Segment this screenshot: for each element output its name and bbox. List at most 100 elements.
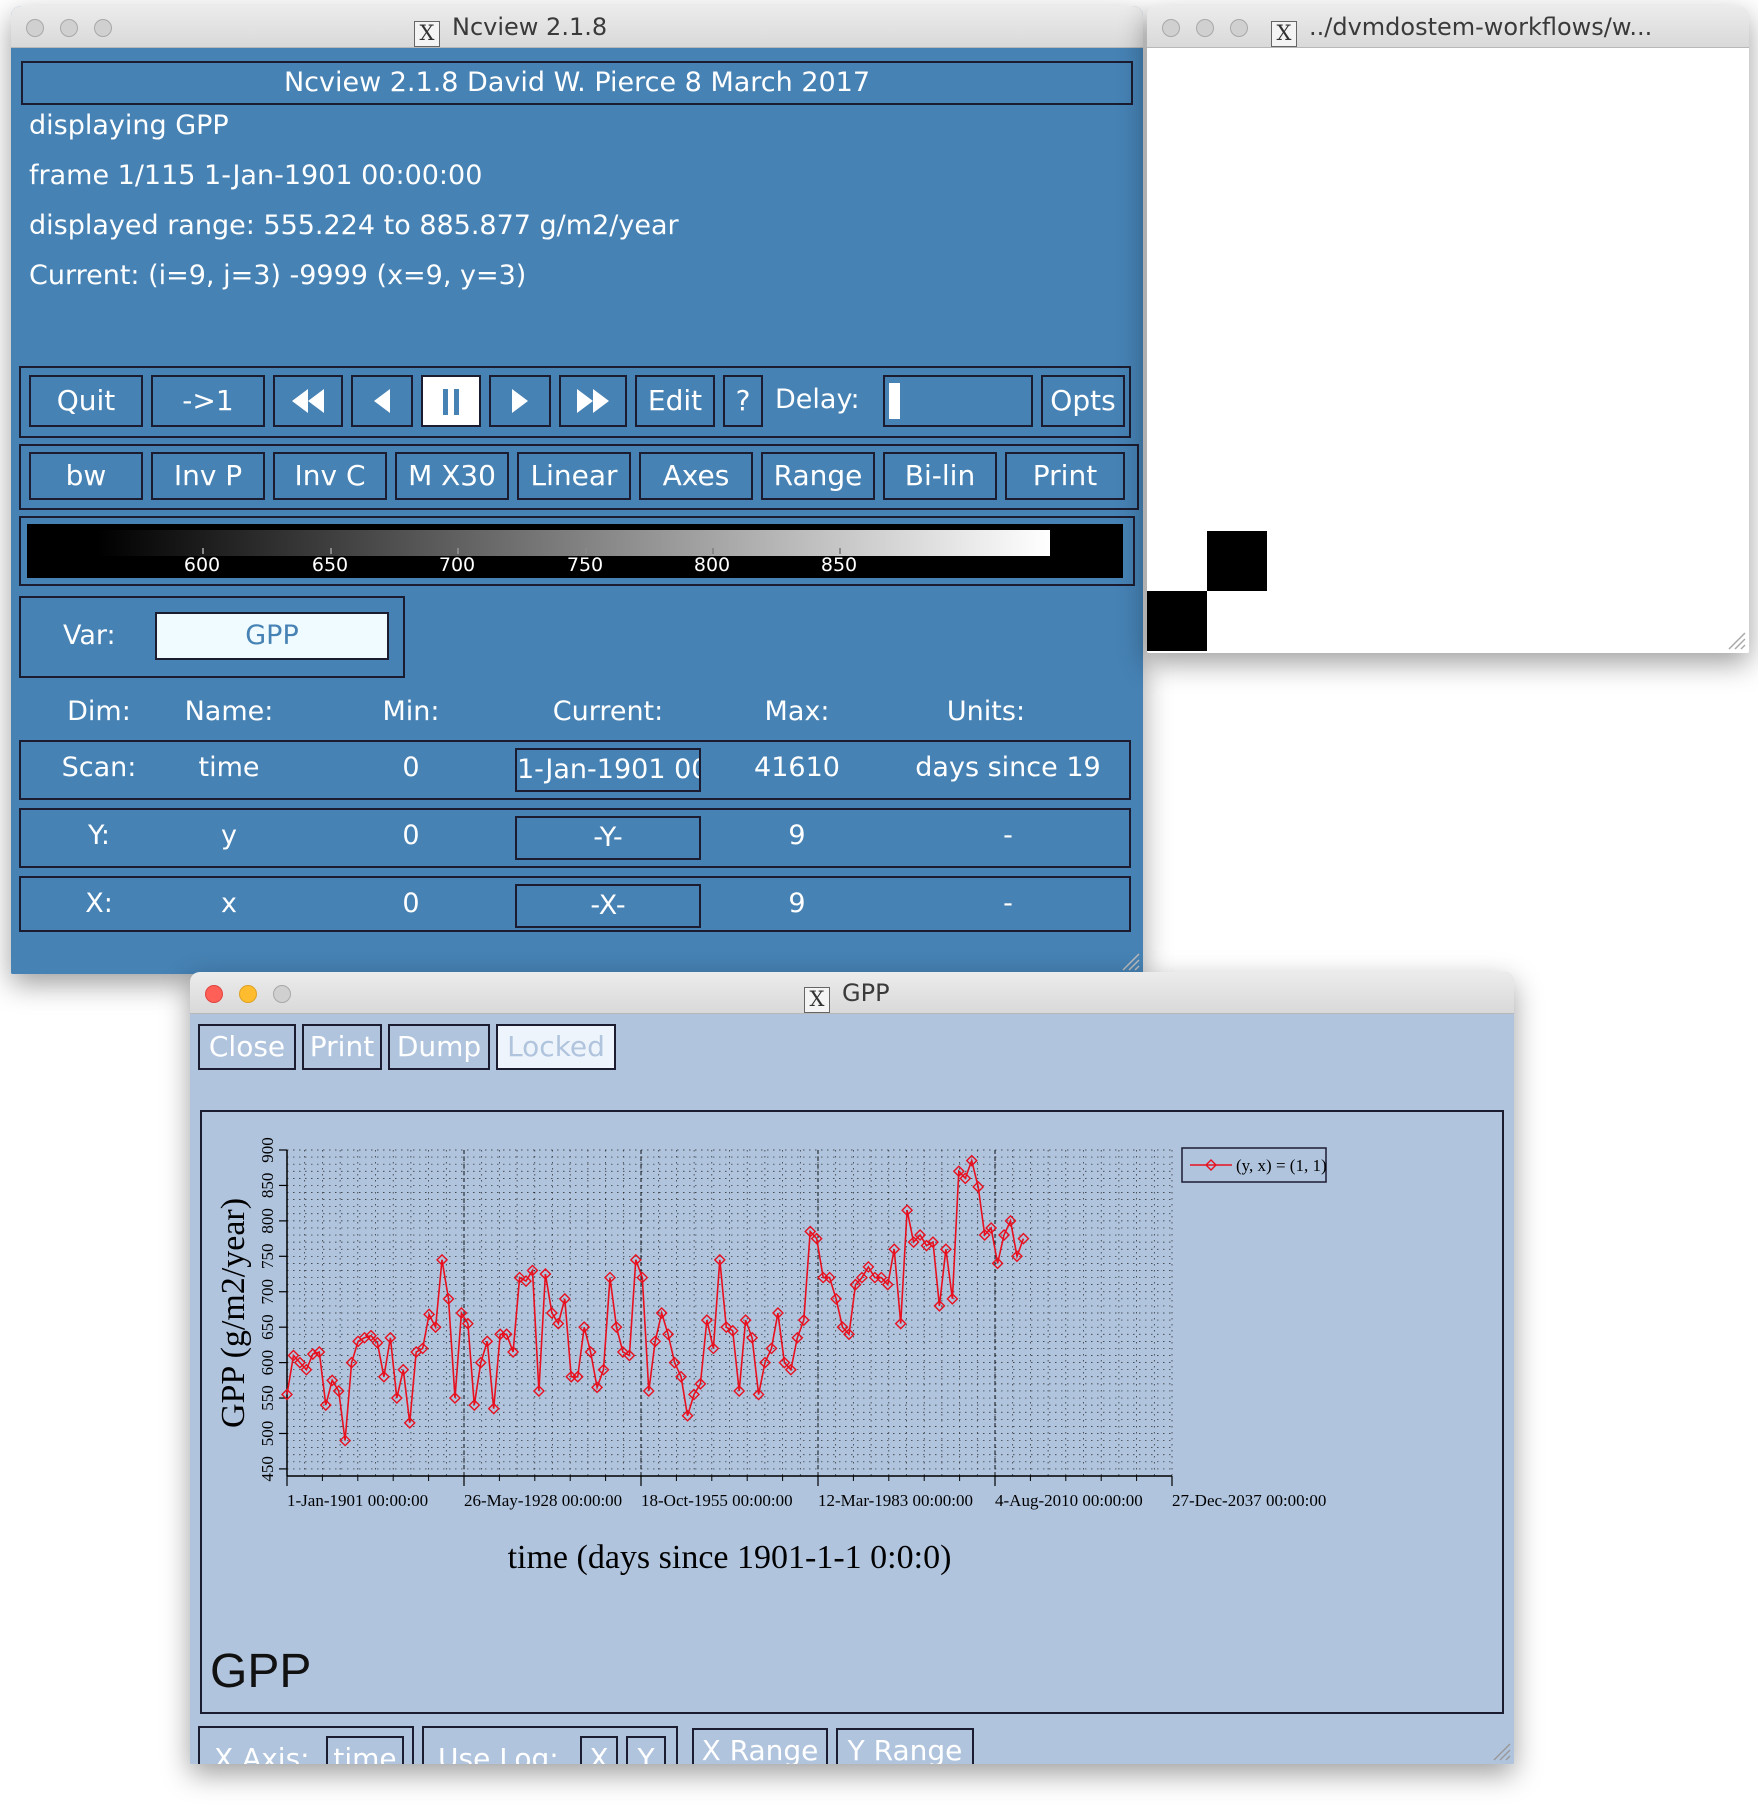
x-axis-label: X Axis:	[214, 1742, 310, 1764]
inv-c-button[interactable]: Inv C	[273, 452, 387, 500]
plot-frame: 450 500 550 600 650 700 750 800 850 900 1-Jan-1901…	[200, 1110, 1504, 1714]
x-tick-label: 4-Aug-2010 00:00:00	[995, 1491, 1143, 1510]
close-window-button[interactable]	[205, 985, 223, 1003]
resize-grip-icon[interactable]	[1119, 950, 1141, 972]
bw-button[interactable]: bw	[29, 452, 143, 500]
goto-first-button[interactable]: ->1	[151, 375, 265, 427]
dim-units-cell: -	[1003, 820, 1013, 851]
y-tick-label: 650	[258, 1314, 277, 1340]
inv-p-button[interactable]: Inv P	[151, 452, 265, 500]
gpp-title-text: GPP	[842, 979, 890, 1007]
dim-max-cell: 41610	[754, 752, 840, 783]
ncview-title: X Ncview 2.1.8	[414, 6, 607, 48]
units-header: Units:	[946, 696, 1026, 727]
x-axis-title: time (days since 1901-1-1 0:0:0)	[508, 1539, 952, 1576]
zoom-window-button[interactable]	[273, 985, 291, 1003]
gpp-title: X GPP	[804, 972, 890, 1014]
quit-button[interactable]: Quit	[29, 375, 143, 427]
colorbar-tick-label: 650	[311, 554, 349, 576]
print-button[interactable]: Print	[1005, 452, 1125, 500]
resize-grip-icon[interactable]	[1725, 629, 1747, 651]
minimize-window-button[interactable]	[239, 985, 257, 1003]
step-forward-icon	[491, 387, 549, 415]
display-titlebar[interactable]: X ../dvmdostem-workflows/w...	[1147, 6, 1749, 48]
delay-slider-thumb[interactable]	[889, 383, 900, 419]
gpp-body: Close Print Dump Locked 450 500 550 600 650 7…	[190, 1014, 1514, 1764]
mag-button[interactable]: M X30	[395, 452, 509, 500]
dim-name-cell: x	[221, 888, 237, 919]
legend-label: (y, x) = (1, 1)	[1236, 1156, 1327, 1175]
min-header: Min:	[382, 696, 440, 727]
current-value-button[interactable]: -Y-	[515, 816, 701, 860]
delay-slider[interactable]	[883, 375, 1033, 427]
current-label: Current: (i=9, j=3) -9999 (x=9, y=3)	[29, 260, 527, 291]
data-image-canvas[interactable]	[1147, 48, 1749, 653]
print-button[interactable]: Print	[302, 1024, 382, 1070]
dim-name-cell: y	[221, 820, 237, 851]
frame-label: frame 1/115 1-Jan-1901 00:00:00	[29, 160, 483, 191]
use-log-label: Use Log:	[438, 1742, 559, 1764]
dim-min-cell: 0	[402, 820, 420, 851]
log-x-toggle[interactable]: X	[580, 1736, 618, 1764]
dim-max-cell: 9	[788, 888, 806, 919]
y-tick-label: 900	[258, 1137, 277, 1163]
linear-button[interactable]: Linear	[517, 452, 631, 500]
zoom-window-button[interactable]	[94, 19, 112, 37]
y-tick-label: 600	[258, 1350, 277, 1376]
x-tick-label: 1-Jan-1901 00:00:00	[287, 1491, 428, 1510]
y-range-button[interactable]: Y Range	[836, 1728, 974, 1764]
colorbar-tick-label: 700	[438, 554, 476, 576]
zoom-window-button[interactable]	[1230, 19, 1248, 37]
log-y-toggle[interactable]: Y	[626, 1736, 666, 1764]
range-label: displayed range: 555.224 to 885.877 g/m2…	[29, 210, 679, 241]
x-tick-label: 27-Dec-2037 00:00:00	[1172, 1491, 1326, 1510]
x-tick-label: 12-Mar-1983 00:00:00	[818, 1491, 973, 1510]
close-window-button[interactable]	[1162, 19, 1180, 37]
step-back-icon	[353, 387, 411, 415]
ncview-titlebar[interactable]: X Ncview 2.1.8	[11, 6, 1143, 48]
display-title: X ../dvmdostem-workflows/w...	[1271, 6, 1652, 48]
version-header: Ncview 2.1.8 David W. Pierce 8 March 201…	[21, 61, 1133, 105]
colorbar-tick-label: 750	[566, 554, 604, 576]
step-forward-button[interactable]	[489, 375, 551, 427]
colorbar-tick-label: 800	[693, 554, 731, 576]
range-button[interactable]: Range	[761, 452, 875, 500]
colorbar[interactable]: 600 650 700 750 800 850	[27, 524, 1123, 578]
dim-name-cell: time	[198, 752, 260, 783]
minimize-window-button[interactable]	[1196, 19, 1214, 37]
close-button[interactable]: Close	[198, 1024, 296, 1070]
step-back-button[interactable]	[351, 375, 413, 427]
var-label: Var:	[63, 620, 116, 651]
x-axis-select[interactable]: time	[326, 1736, 404, 1764]
x-tick-label: 26-May-1928 00:00:00	[464, 1491, 622, 1510]
dump-button[interactable]: Dump	[388, 1024, 490, 1070]
pause-button[interactable]	[421, 375, 481, 427]
edit-button[interactable]: Edit	[635, 375, 715, 427]
ncview-body: Ncview 2.1.8 David W. Pierce 8 March 201…	[11, 48, 1143, 974]
x11-logo-icon: X	[414, 21, 440, 47]
current-value-button[interactable]: 1-Jan-1901 00	[515, 748, 701, 792]
name-header: Name:	[184, 696, 274, 727]
x11-logo-icon: X	[804, 987, 830, 1013]
bilin-button[interactable]: Bi-lin	[883, 452, 997, 500]
max-header: Max:	[764, 696, 830, 727]
dim-max-cell: 9	[788, 820, 806, 851]
gpp-line-chart[interactable]: 450 500 550 600 650 700 750 800 850 900 1-Jan-1901…	[202, 1112, 1502, 1712]
series-line	[286, 1157, 1025, 1441]
close-window-button[interactable]	[26, 19, 44, 37]
fast-rewind-button[interactable]	[273, 375, 343, 427]
locked-toggle[interactable]: Locked	[496, 1024, 616, 1070]
resize-grip-icon[interactable]	[1490, 1740, 1512, 1762]
help-button[interactable]: ?	[723, 375, 763, 427]
gpp-titlebar[interactable]: X GPP	[190, 972, 1514, 1014]
opts-button[interactable]: Opts	[1041, 375, 1125, 427]
x-range-button[interactable]: X Range	[692, 1728, 828, 1764]
dim-min-cell: 0	[402, 888, 420, 919]
var-gpp-button[interactable]: GPP	[155, 612, 389, 660]
fast-forward-button[interactable]	[559, 375, 627, 427]
axes-button[interactable]: Axes	[639, 452, 753, 500]
x11-logo-icon: X	[1271, 21, 1297, 47]
y-axis-title: GPP (g/m2/year)	[215, 1198, 252, 1428]
current-value-button[interactable]: -X-	[515, 884, 701, 928]
minimize-window-button[interactable]	[60, 19, 78, 37]
